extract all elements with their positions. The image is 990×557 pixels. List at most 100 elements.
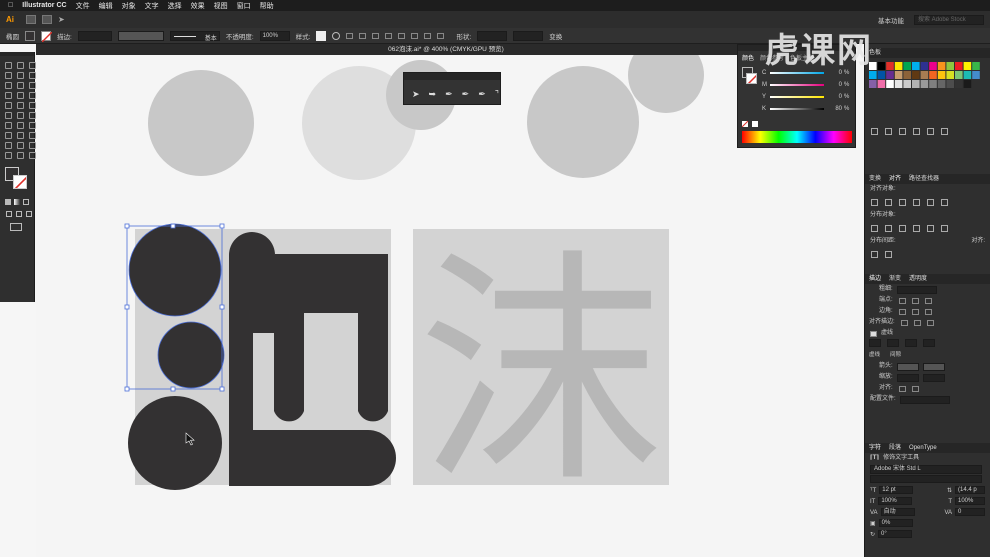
horizontal-align-left-icon[interactable] bbox=[871, 199, 878, 206]
horizontal-distribute-space-icon[interactable] bbox=[885, 251, 892, 258]
align-left-icon[interactable] bbox=[346, 32, 354, 39]
symbol-sprayer-tool-icon[interactable] bbox=[29, 132, 36, 139]
swatch-options-icon[interactable] bbox=[899, 128, 906, 135]
slice-tool-icon[interactable] bbox=[29, 142, 36, 149]
swatch-chip[interactable] bbox=[903, 80, 911, 88]
vertical-align-top-icon[interactable] bbox=[913, 199, 920, 206]
vertical-distribute-top-icon[interactable] bbox=[871, 225, 878, 232]
workspace-switcher[interactable]: 基本功能 bbox=[878, 15, 904, 25]
align-stroke-center-icon[interactable] bbox=[900, 319, 908, 326]
menu-file[interactable]: 文件 bbox=[76, 1, 90, 11]
swatch-kind-icon[interactable] bbox=[885, 128, 892, 135]
vertical-distribute-bottom-icon[interactable] bbox=[899, 225, 906, 232]
align-right-icon[interactable] bbox=[372, 32, 380, 39]
swatch-grid[interactable] bbox=[869, 62, 989, 122]
swatch-chip[interactable] bbox=[946, 71, 954, 79]
font-family-select[interactable]: Adobe 宋体 Std L bbox=[870, 465, 982, 474]
draw-normal-icon[interactable] bbox=[6, 211, 12, 217]
vertical-align-bottom-icon[interactable] bbox=[941, 199, 948, 206]
screen-mode-icon[interactable] bbox=[10, 223, 22, 231]
swatch-chip[interactable] bbox=[937, 71, 946, 79]
character-rotation-field[interactable]: 0° bbox=[878, 530, 913, 538]
fill-swatch[interactable] bbox=[25, 30, 35, 41]
magic-wand-tool-icon[interactable] bbox=[29, 62, 36, 69]
swatch-chip[interactable] bbox=[929, 62, 937, 70]
stroke-weight-input[interactable] bbox=[77, 30, 112, 41]
horizontal-distribute-center-icon[interactable] bbox=[927, 225, 934, 232]
brush-preset[interactable]: 基本 bbox=[169, 30, 220, 42]
swatch-chip[interactable] bbox=[972, 62, 980, 70]
distribute-h-icon[interactable] bbox=[437, 32, 445, 39]
gap-field-1[interactable] bbox=[887, 339, 899, 347]
line-tool-icon[interactable] bbox=[17, 82, 24, 89]
selection-tool-icon[interactable] bbox=[5, 62, 12, 69]
width-tool-icon[interactable] bbox=[5, 112, 12, 119]
palette-direct-select-icon[interactable]: ➥ bbox=[429, 89, 437, 100]
tracking-field[interactable]: 0 bbox=[955, 508, 985, 516]
shape-height-field[interactable] bbox=[513, 30, 544, 41]
align-bottom-icon[interactable] bbox=[411, 32, 419, 39]
swatch-chip[interactable] bbox=[869, 80, 877, 88]
swatch-chip[interactable] bbox=[955, 80, 963, 88]
swatch-chip[interactable] bbox=[963, 71, 972, 79]
vertical-distribute-space-icon[interactable] bbox=[871, 251, 878, 258]
arrow-scale-field-2[interactable] bbox=[922, 373, 945, 382]
butt-cap-icon[interactable] bbox=[898, 297, 906, 304]
gap-field-2[interactable] bbox=[923, 339, 935, 347]
bubble-circle-4[interactable] bbox=[527, 66, 639, 178]
swatch-chip[interactable] bbox=[929, 80, 937, 88]
palette-grip[interactable] bbox=[404, 73, 500, 80]
font-size-field[interactable]: 12 pt bbox=[879, 486, 914, 494]
color-spectrum[interactable] bbox=[742, 131, 852, 143]
horizontal-align-right-icon[interactable] bbox=[899, 199, 906, 206]
swatch-chip[interactable] bbox=[869, 71, 877, 79]
stock-search-input[interactable]: 搜索 Adobe Stock bbox=[914, 14, 984, 25]
transform-label[interactable]: 变换 bbox=[549, 31, 562, 41]
new-color-group-icon[interactable] bbox=[913, 128, 920, 135]
distribute-icon[interactable] bbox=[424, 32, 432, 39]
pen-tool-icon[interactable] bbox=[17, 72, 24, 79]
channel-c-slider[interactable] bbox=[770, 72, 824, 74]
align-top-icon[interactable] bbox=[385, 32, 393, 39]
bubble-circle-5[interactable] bbox=[628, 55, 704, 113]
vertical-distribute-center-icon[interactable] bbox=[885, 225, 892, 232]
rotate-view-tool-icon[interactable] bbox=[29, 152, 36, 159]
shape-builder-tool-icon[interactable] bbox=[29, 112, 36, 119]
variable-width-field[interactable] bbox=[117, 30, 164, 41]
none-mode-icon[interactable] bbox=[23, 199, 29, 205]
swatch-chip[interactable] bbox=[886, 62, 894, 70]
color-tab[interactable]: 颜色 bbox=[742, 53, 754, 62]
miter-join-icon[interactable] bbox=[898, 308, 906, 315]
white-color-icon[interactable] bbox=[752, 121, 758, 127]
dot-circle-bottom[interactable] bbox=[128, 396, 222, 490]
mesh-tool-icon[interactable] bbox=[17, 122, 24, 129]
menu-select[interactable]: 选择 bbox=[168, 1, 182, 11]
swatch-chip[interactable] bbox=[903, 62, 911, 70]
document-tab[interactable]: 062泡沫.ai* @ 400% (CMYK/GPU 预览) bbox=[36, 44, 856, 55]
apple-icon[interactable]:  bbox=[8, 2, 13, 9]
swatch-chip[interactable] bbox=[894, 71, 903, 79]
gradient-tool-icon[interactable] bbox=[29, 122, 36, 129]
free-transform-tool-icon[interactable] bbox=[17, 112, 24, 119]
type-tool-icon[interactable] bbox=[5, 82, 12, 89]
eyedropper-tool-icon[interactable] bbox=[5, 132, 12, 139]
swatch-chip[interactable] bbox=[877, 80, 886, 88]
bevel-join-icon[interactable] bbox=[924, 308, 932, 315]
menu-window[interactable]: 窗口 bbox=[237, 1, 251, 11]
rotate-tool-icon[interactable] bbox=[17, 102, 24, 109]
horizontal-distribute-right-icon[interactable] bbox=[941, 225, 948, 232]
bubble-circle-1[interactable] bbox=[148, 70, 254, 176]
touch-type-icon[interactable]: ⌈T⌉ bbox=[870, 453, 879, 464]
lasso-tool-icon[interactable] bbox=[5, 72, 12, 79]
stock-icon[interactable] bbox=[42, 15, 52, 24]
scale-tool-icon[interactable] bbox=[29, 102, 36, 109]
palette-convert-anchor-icon[interactable]: ⌝ bbox=[495, 89, 499, 100]
align-tab[interactable]: 对齐 bbox=[889, 174, 901, 184]
horizontal-distribute-left-icon[interactable] bbox=[913, 225, 920, 232]
arrange-documents-icon[interactable] bbox=[26, 15, 36, 24]
hand-tool-icon[interactable] bbox=[5, 152, 12, 159]
menu-type[interactable]: 文字 bbox=[145, 1, 159, 11]
swatch-chip[interactable] bbox=[903, 71, 911, 79]
swatch-chip[interactable] bbox=[946, 62, 954, 70]
stroke-swatch[interactable] bbox=[41, 30, 52, 42]
